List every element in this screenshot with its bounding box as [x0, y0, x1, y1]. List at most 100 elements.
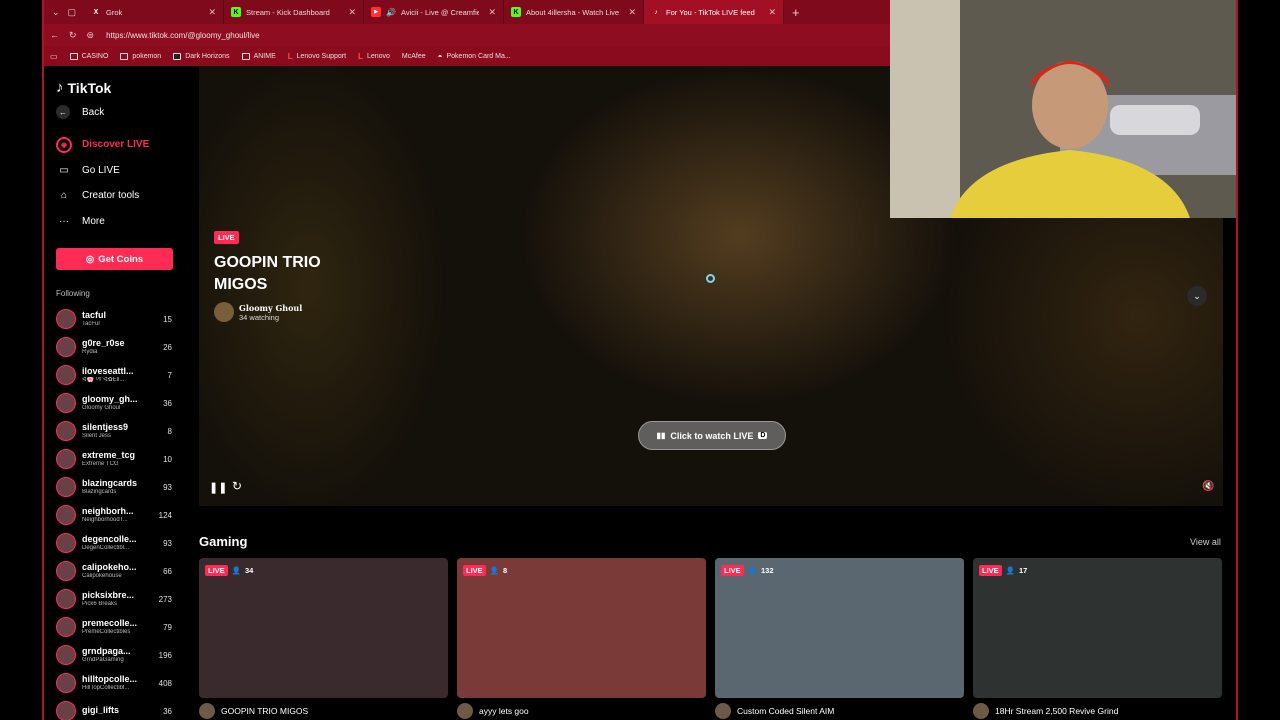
- avatar[interactable]: [56, 309, 76, 329]
- live-card-title[interactable]: Custom Coded Silent AIM: [715, 703, 834, 719]
- view-all-link[interactable]: View all: [1190, 537, 1221, 547]
- close-icon[interactable]: ✕: [208, 7, 216, 18]
- site-info-icon[interactable]: ⊜: [87, 30, 95, 41]
- avatar[interactable]: [715, 703, 731, 719]
- lenovo-icon: L: [287, 51, 293, 61]
- following-username: calipokeho...: [82, 563, 137, 573]
- card-title-text: GOOPIN TRIO MIGOS: [221, 706, 309, 716]
- avatar[interactable]: [973, 703, 989, 719]
- avatar[interactable]: [56, 673, 76, 693]
- live-card-title[interactable]: ayyy lets goo: [457, 703, 529, 719]
- live-card[interactable]: LIVE 👤 132: [715, 558, 964, 698]
- tab-tiktok-live[interactable]: ♪ For You - TikTok LIVE feed ✕: [644, 0, 784, 24]
- following-heading: Following: [56, 289, 90, 298]
- avatar[interactable]: [56, 449, 76, 469]
- following-names: gigi_lifts: [82, 706, 154, 715]
- home-icon: ⌂: [60, 190, 68, 202]
- following-username: neighborh...: [82, 507, 134, 517]
- following-item[interactable]: neighborh... NeighborhoodT... 124: [56, 501, 198, 529]
- avatar[interactable]: [56, 533, 76, 553]
- tiktok-logo[interactable]: ♪ TikTok: [56, 79, 198, 96]
- following-item[interactable]: tacful TacFul 15: [56, 305, 198, 333]
- bookmark-anime[interactable]: ANIME: [241, 52, 276, 60]
- following-count: 196: [158, 650, 172, 660]
- tab-controls[interactable]: ⌄ ▢: [44, 0, 84, 24]
- tab-avicii[interactable]: ▶ 🔊 Avicii - Live @ Creamfields 20 ✕: [364, 0, 504, 24]
- bookmark-lenovo-support[interactable]: L Lenovo Support: [288, 52, 346, 61]
- live-card[interactable]: LIVE 👤 34: [199, 558, 448, 698]
- bookmark-pokemon[interactable]: pokemon: [120, 52, 161, 60]
- bookmark-mcafee[interactable]: McAfee: [402, 53, 426, 60]
- following-item[interactable]: silentjess9 Silent Jess 8: [56, 417, 198, 445]
- following-item[interactable]: gigi_lifts 36: [56, 697, 198, 720]
- following-item[interactable]: hilltopcolle... HillTopCollectibl... 408: [56, 669, 198, 697]
- avatar[interactable]: [56, 701, 76, 720]
- speaker-icon[interactable]: 🔊: [386, 8, 396, 17]
- tab-grok[interactable]: X Grok ✕: [84, 0, 224, 24]
- sidebar-item-go-live[interactable]: ▭ Go LIVE: [56, 158, 198, 184]
- avatar[interactable]: [56, 421, 76, 441]
- reload-icon[interactable]: ↻: [69, 30, 77, 41]
- following-item[interactable]: extreme_tcg Extreme TCG 10: [56, 445, 198, 473]
- pause-icon[interactable]: ❚❚: [209, 481, 227, 494]
- avatar[interactable]: [56, 477, 76, 497]
- refresh-icon[interactable]: ↻: [232, 479, 242, 493]
- avatar[interactable]: [56, 365, 76, 385]
- live-card[interactable]: LIVE 👤 8: [457, 558, 706, 698]
- card-title-text: ayyy lets goo: [479, 706, 529, 716]
- host-info[interactable]: Gloomy Ghoul 34 watching: [214, 302, 302, 322]
- live-card-badge: LIVE 👤 8: [463, 565, 507, 576]
- following-item[interactable]: premecolle... PremeCollectibles 79: [56, 613, 198, 641]
- click-to-watch-button[interactable]: ▮▮ Click to watch LIVE D: [638, 421, 786, 450]
- avatar[interactable]: [56, 337, 76, 357]
- loading-spinner-icon: [706, 274, 715, 283]
- avatar[interactable]: [56, 393, 76, 413]
- following-item[interactable]: calipokeho... Calipokehouse 66: [56, 557, 198, 585]
- back-arrow-icon[interactable]: ←: [50, 30, 59, 40]
- following-list: tacful TacFul 15 g0re_r0se Rydia 26 iloveseatt…: [56, 305, 198, 720]
- live-card[interactable]: LIVE 👤 17: [973, 558, 1222, 698]
- following-item[interactable]: gloomy_gh... Gloomy Ghoul 36: [56, 389, 198, 417]
- url-field[interactable]: https://www.tiktok.com/@gloomy_ghoul/liv…: [106, 31, 260, 40]
- live-card-title[interactable]: 18Hr Stream 2,500 Revive Grind: [973, 703, 1118, 719]
- chevron-down-icon[interactable]: ⌄: [52, 7, 60, 18]
- bookmark-dark-horizons[interactable]: Dark Horizons: [173, 52, 230, 60]
- following-item[interactable]: g0re_r0se Rydia 26: [56, 333, 198, 361]
- avatar[interactable]: [214, 302, 234, 322]
- avatar[interactable]: [56, 617, 76, 637]
- sidebar-item-more[interactable]: ··· More: [56, 209, 198, 235]
- avatar[interactable]: [457, 703, 473, 719]
- following-item[interactable]: degencolle... DegenCollectibl... 93: [56, 529, 198, 557]
- mute-icon[interactable]: 🔇: [1202, 481, 1214, 492]
- bookmark-pokemon-card[interactable]: ◓ Pokemon Card Ma...: [438, 52, 511, 61]
- tab-kick-dashboard[interactable]: K Stream - Kick Dashboard ✕: [224, 0, 364, 24]
- close-icon[interactable]: ✕: [768, 7, 776, 18]
- tab-kick-4illersha[interactable]: K About 4illersha - Watch Live on Ki ✕: [504, 0, 644, 24]
- new-tab-icon[interactable]: +: [792, 5, 800, 20]
- lenovo-icon: L: [358, 51, 363, 61]
- chevron-down-icon[interactable]: ⌄: [1187, 286, 1207, 306]
- following-item[interactable]: picksixbre... Pick6 Breaks 273: [56, 585, 198, 613]
- close-icon[interactable]: ✕: [488, 7, 496, 18]
- sidebar-item-creator-tools[interactable]: ⌂ Creator tools: [56, 183, 198, 209]
- following-item[interactable]: iloveseattl... ᐛ🌸 ᴼᵍ˚ᐛ✿Ell... 7: [56, 361, 198, 389]
- back-button[interactable]: ← Back: [56, 105, 198, 119]
- get-coins-button[interactable]: ◎ Get Coins: [56, 248, 173, 270]
- more-icon: ···: [59, 215, 69, 227]
- close-icon[interactable]: ✕: [628, 7, 636, 18]
- sidebar-item-discover-live[interactable]: ◉ Discover LIVE: [56, 132, 198, 158]
- avatar[interactable]: [56, 589, 76, 609]
- workspaces-icon[interactable]: ▢: [68, 7, 77, 18]
- avatar[interactable]: [56, 505, 76, 525]
- avatar[interactable]: [199, 703, 215, 719]
- following-item[interactable]: grndpaga... GrndPaGaming 196: [56, 641, 198, 669]
- bookmark-lenovo[interactable]: L Lenovo: [358, 52, 390, 61]
- tab-title: Grok: [106, 7, 123, 17]
- live-card-title[interactable]: GOOPIN TRIO MIGOS: [199, 703, 308, 719]
- avatar[interactable]: [56, 645, 76, 665]
- bookmark-casino[interactable]: CASINO: [69, 52, 108, 60]
- reading-list-icon[interactable]: ▭: [50, 52, 58, 61]
- close-icon[interactable]: ✕: [348, 7, 356, 18]
- avatar[interactable]: [56, 561, 76, 581]
- following-item[interactable]: blazingcards Blazingcards 93: [56, 473, 198, 501]
